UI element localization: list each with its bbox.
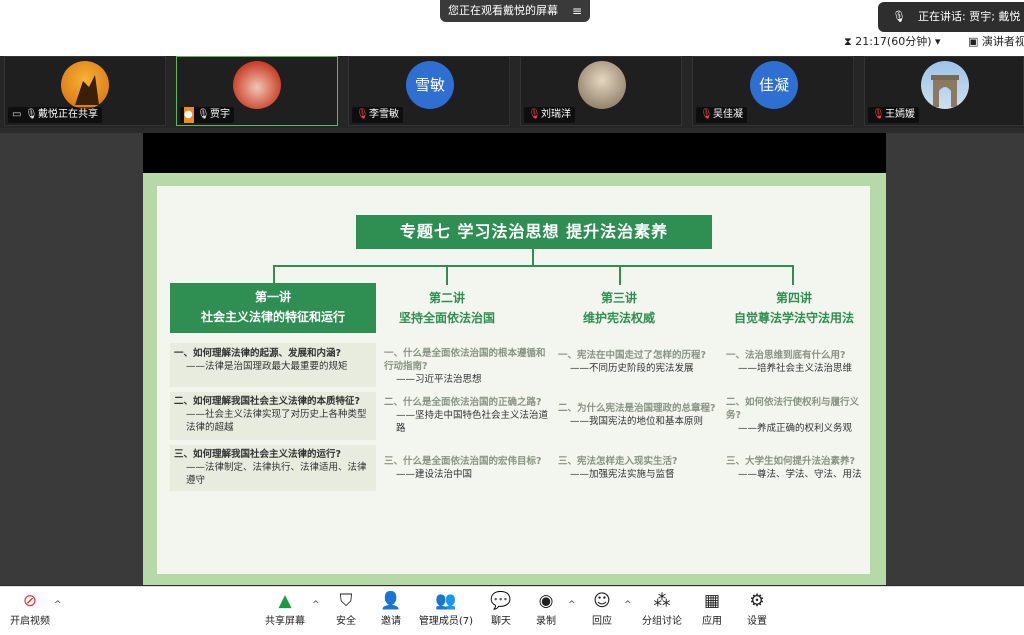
participant-tile[interactable]: ● 🎙贾宇	[176, 56, 338, 126]
connector-line	[792, 265, 794, 285]
microphone-icon: 🎙	[892, 10, 906, 23]
question-item: 一、如何理解法律的起源、发展和内涵? ——法律是治国理政最大最重要的规矩	[170, 343, 376, 387]
avatar	[921, 61, 969, 109]
avatar	[233, 61, 281, 109]
participants-icon: 👥	[435, 591, 457, 611]
question-item: 二、什么是全面依法治国的正确之路? ——坚持走中国特色社会主义法治道路	[384, 397, 549, 434]
question-item: 三、什么是全面依法治国的宏伟目标? ——建设法治中国	[384, 456, 542, 480]
question-item: 一、法治思维到底有什么用? ——培养社会主义法治思维	[726, 350, 853, 374]
question-item: 三、如何理解我国社会主义法律的运行? ——法律制定、法律执行、法律适用、法律遵守	[170, 445, 376, 491]
question-item: 二、如何依法行使权利与履行义务? ——养成正确的权利义务观	[726, 397, 860, 434]
connector-line	[273, 265, 794, 267]
speaker-view-label: 演讲者视	[981, 35, 1024, 48]
record-icon: ◉	[538, 591, 554, 611]
avatar	[578, 61, 626, 109]
silhouette-image	[75, 75, 99, 105]
slide-top-bar	[143, 133, 886, 173]
participant-name: 🎙吴佳凝	[696, 107, 747, 123]
add-user-icon: 👤	[380, 591, 402, 611]
connector-line	[446, 265, 448, 285]
slide-title: 专题七 学习法治思想 提升法治素养	[356, 215, 712, 249]
gear-icon: ⚙	[749, 591, 765, 611]
video-options-caret[interactable]: ^	[54, 600, 62, 610]
microphone-icon: 🎙	[25, 109, 38, 120]
speaking-text: 正在讲话: 贾宇; 戴悦	[918, 10, 1021, 23]
participant-name: 🎙王嫣媛	[868, 107, 919, 123]
chevron-down-icon[interactable]: ▾	[932, 35, 941, 48]
lecture-4-header: 第四讲 自觉尊法学法守法用法	[733, 291, 854, 325]
avatar-initials: 佳凝	[750, 61, 798, 109]
avatar	[61, 61, 109, 109]
connector-line	[532, 249, 534, 265]
participant-tile[interactable]: ▭ 🎙戴悦正在共享	[4, 56, 166, 126]
screen-share-banner[interactable]: 您正在观看戴悦的屏幕 ≡	[440, 0, 590, 22]
avatar-initials: 雪敏	[406, 61, 454, 109]
participant-name: 🎙李雪敏	[352, 107, 403, 123]
record-button[interactable]: ◉ 录制	[516, 590, 576, 627]
timer-text: 21:17(60分钟)	[855, 35, 932, 48]
participant-tile[interactable]: 🎙王嫣媛	[864, 56, 1024, 126]
participant-name: ● 🎙贾宇	[180, 107, 234, 123]
participant-name: 🎙刘瑞洋	[524, 107, 575, 123]
speaker-view-button[interactable]: ▣ 演讲者视	[968, 33, 1024, 49]
microphone-icon: 🎙	[197, 109, 210, 120]
participant-tile[interactable]: 佳凝 🎙吴佳凝	[692, 56, 854, 126]
question-item: 二、如何理解我国社会主义法律的本质特征? ——社会主义法律实现了对历史上各种类型法…	[170, 392, 376, 440]
lecture-1-header: 第一讲 社会主义法律的特征和运行	[170, 283, 376, 333]
participant-tile[interactable]: 雪敏 🎙李雪敏	[348, 56, 510, 126]
meeting-timer[interactable]: ⧗ 21:17(60分钟) ▾	[844, 33, 941, 49]
participant-name: ▭ 🎙戴悦正在共享	[8, 107, 102, 123]
question-item: 二、为什么宪法是治国理政的总章程? ——我国宪法的地位和基本原则	[558, 403, 716, 427]
lecture-2-header: 第二讲 坚持全面依法治国	[398, 291, 495, 325]
share-screen-icon: ▲	[278, 591, 292, 611]
question-item: 一、什么是全面依法治国的根本遵循和行动指南? ——习近平法治思想	[384, 348, 546, 385]
muted-microphone-icon: 🎙	[528, 109, 541, 120]
invite-button[interactable]: 👤 邀请	[361, 590, 421, 627]
muted-microphone-icon: 🎙	[700, 109, 713, 120]
presentation-margin	[0, 133, 143, 585]
manage-participants-button[interactable]: 👥 管理成员(7)	[416, 590, 476, 627]
start-video-button[interactable]: ⊘ 开启视频	[0, 590, 60, 627]
user-icon: ●	[184, 107, 194, 123]
hourglass-icon: ⧗	[844, 35, 856, 48]
active-speaker-indicator: 🎙 正在讲话: 贾宇; 戴悦	[878, 2, 1024, 32]
settings-button[interactable]: ⚙ 设置	[727, 590, 787, 627]
question-item: 一、宪法在中国走过了怎样的历程? ——不同历史阶段的宪法发展	[558, 350, 707, 374]
question-item: 三、宪法怎样走入现实生活? ——加强宪法实施与监督	[558, 456, 678, 480]
arch-image	[931, 75, 959, 107]
reaction-icon: ☺	[593, 591, 611, 611]
muted-microphone-icon: 🎙	[356, 109, 369, 120]
reactions-options-caret[interactable]: ^	[624, 600, 632, 610]
participant-tile[interactable]: 🎙刘瑞洋	[520, 56, 682, 126]
view-icon: ▣	[968, 35, 982, 48]
connector-line	[273, 265, 275, 283]
lecture-3-header: 第三讲 维护宪法权威	[582, 291, 655, 325]
menu-icon[interactable]: ≡	[572, 0, 582, 22]
share-icon: ▭	[12, 109, 22, 120]
presentation-margin	[886, 133, 1024, 585]
reactions-button[interactable]: ☺ 回应	[572, 590, 632, 627]
connector-line	[619, 265, 621, 285]
muted-microphone-icon: 🎙	[872, 109, 885, 120]
question-item: 三、大学生如何提升法治素养? ——尊法、学法、守法、用法	[726, 456, 862, 480]
share-screen-button[interactable]: ▲ 共享屏幕	[255, 590, 315, 627]
share-banner-text: 您正在观看戴悦的屏幕	[448, 4, 558, 17]
video-off-icon: ⊘	[22, 591, 38, 611]
